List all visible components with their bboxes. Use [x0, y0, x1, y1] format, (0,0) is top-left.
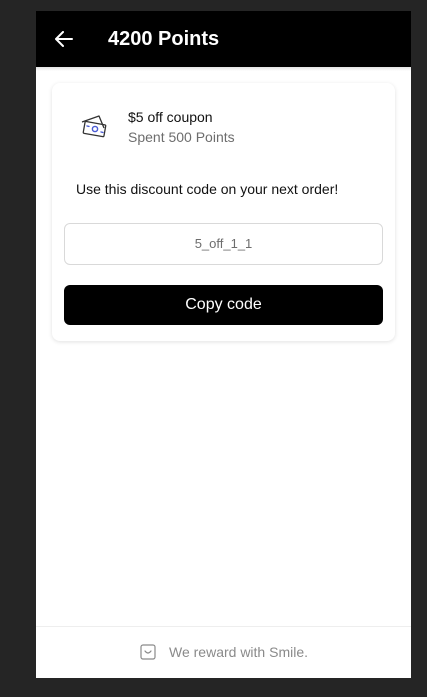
back-button[interactable] — [52, 27, 76, 51]
header-shadow — [36, 67, 411, 71]
money-coupon-icon — [81, 115, 107, 138]
points-spent: Spent 500 Points — [128, 129, 235, 145]
smile-logo-icon — [140, 644, 156, 660]
rewards-panel: 4200 Points $5 off coupon Spent 500 Poin… — [36, 11, 411, 678]
footer-text: We reward with Smile. — [169, 644, 309, 660]
points-balance-title: 4200 Points — [108, 28, 220, 50]
discount-code-field[interactable]: 5_off_1_1 — [64, 223, 383, 265]
coupon-instructions: Use this discount code on your next orde… — [76, 181, 339, 197]
arrow-left-icon — [55, 31, 73, 47]
header-bar: 4200 Points — [36, 11, 411, 67]
smile-branding-link[interactable]: We reward with Smile. — [140, 644, 308, 660]
footer: We reward with Smile. — [36, 626, 411, 678]
copy-code-button[interactable]: Copy code — [64, 285, 383, 325]
coupon-card: $5 off coupon Spent 500 Points Use this … — [52, 83, 395, 341]
coupon-name: $5 off coupon — [128, 109, 213, 125]
